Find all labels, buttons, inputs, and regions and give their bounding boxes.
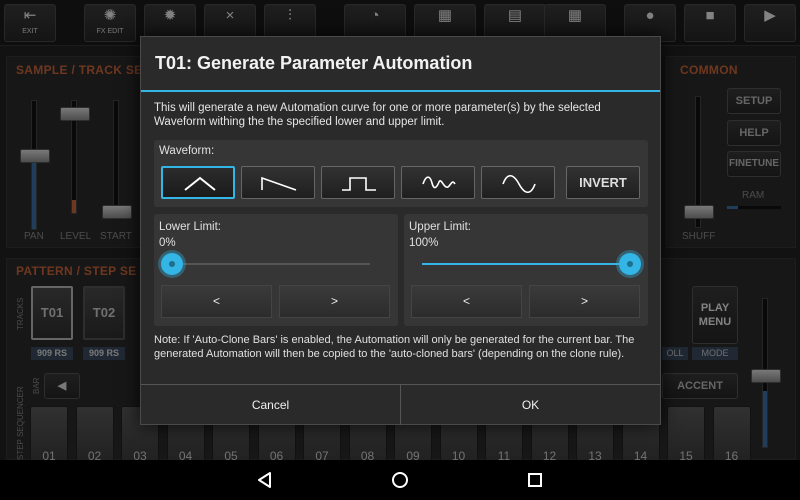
ok-button[interactable]: OK xyxy=(401,385,660,425)
ramp-down-wave-icon xyxy=(261,176,297,191)
upper-limit-thumb[interactable] xyxy=(619,253,641,275)
upper-limit-decrement-button[interactable]: < xyxy=(411,285,522,318)
auto-clone-note: Note: If 'Auto-Clone Bars' is enabled, t… xyxy=(154,334,635,360)
lower-limit-slider[interactable] xyxy=(161,253,381,275)
waveform-label: Waveform: xyxy=(159,145,215,157)
lower-limit-track xyxy=(172,263,370,265)
home-icon xyxy=(392,472,408,488)
upper-limit-label: Upper Limit: xyxy=(409,221,471,233)
lower-limit-value: 0% xyxy=(159,237,176,249)
triangle-wave-icon xyxy=(184,176,216,191)
ramp-down-wave-button[interactable] xyxy=(241,166,315,199)
upper-limit-slider[interactable] xyxy=(411,253,641,275)
recents-button[interactable] xyxy=(523,468,547,492)
lower-limit-increment-button[interactable]: > xyxy=(279,285,390,318)
upper-limit-increment-button[interactable]: > xyxy=(529,285,640,318)
triangle-wave-button[interactable] xyxy=(161,166,235,199)
lower-limit-decrement-button[interactable]: < xyxy=(161,285,272,318)
upper-limit-fill xyxy=(422,263,630,265)
back-button[interactable] xyxy=(253,468,277,492)
random-wave-button[interactable] xyxy=(401,166,475,199)
system-nav-bar xyxy=(0,460,800,500)
title-divider xyxy=(141,90,660,92)
random-wave-icon xyxy=(422,176,456,189)
home-button[interactable] xyxy=(388,468,412,492)
lower-limit-thumb[interactable] xyxy=(161,253,183,275)
cancel-button[interactable]: Cancel xyxy=(141,385,400,425)
dialog-description: This will generate a new Automation curv… xyxy=(154,102,601,128)
sine-wave-icon xyxy=(502,174,536,194)
app-root: ⇤ EXIT ✺ FX EDIT ✹ × ⫶ ◔ ▦ ▤ ▦ ● ■ ▶ SAM… xyxy=(0,0,800,500)
sine-wave-button[interactable] xyxy=(481,166,555,199)
lower-limit-label: Lower Limit: xyxy=(159,221,221,233)
dialog-title: T01: Generate Parameter Automation xyxy=(155,53,473,73)
square-wave-button[interactable] xyxy=(321,166,395,199)
dialog-footer: Cancel OK xyxy=(141,384,660,425)
generate-automation-dialog: T01: Generate Parameter Automation This … xyxy=(140,36,661,425)
upper-limit-value: 100% xyxy=(409,237,439,249)
invert-button[interactable]: INVERT xyxy=(566,166,640,199)
square-wave-icon xyxy=(342,177,376,191)
recents-icon xyxy=(528,473,542,487)
back-icon xyxy=(258,472,271,488)
